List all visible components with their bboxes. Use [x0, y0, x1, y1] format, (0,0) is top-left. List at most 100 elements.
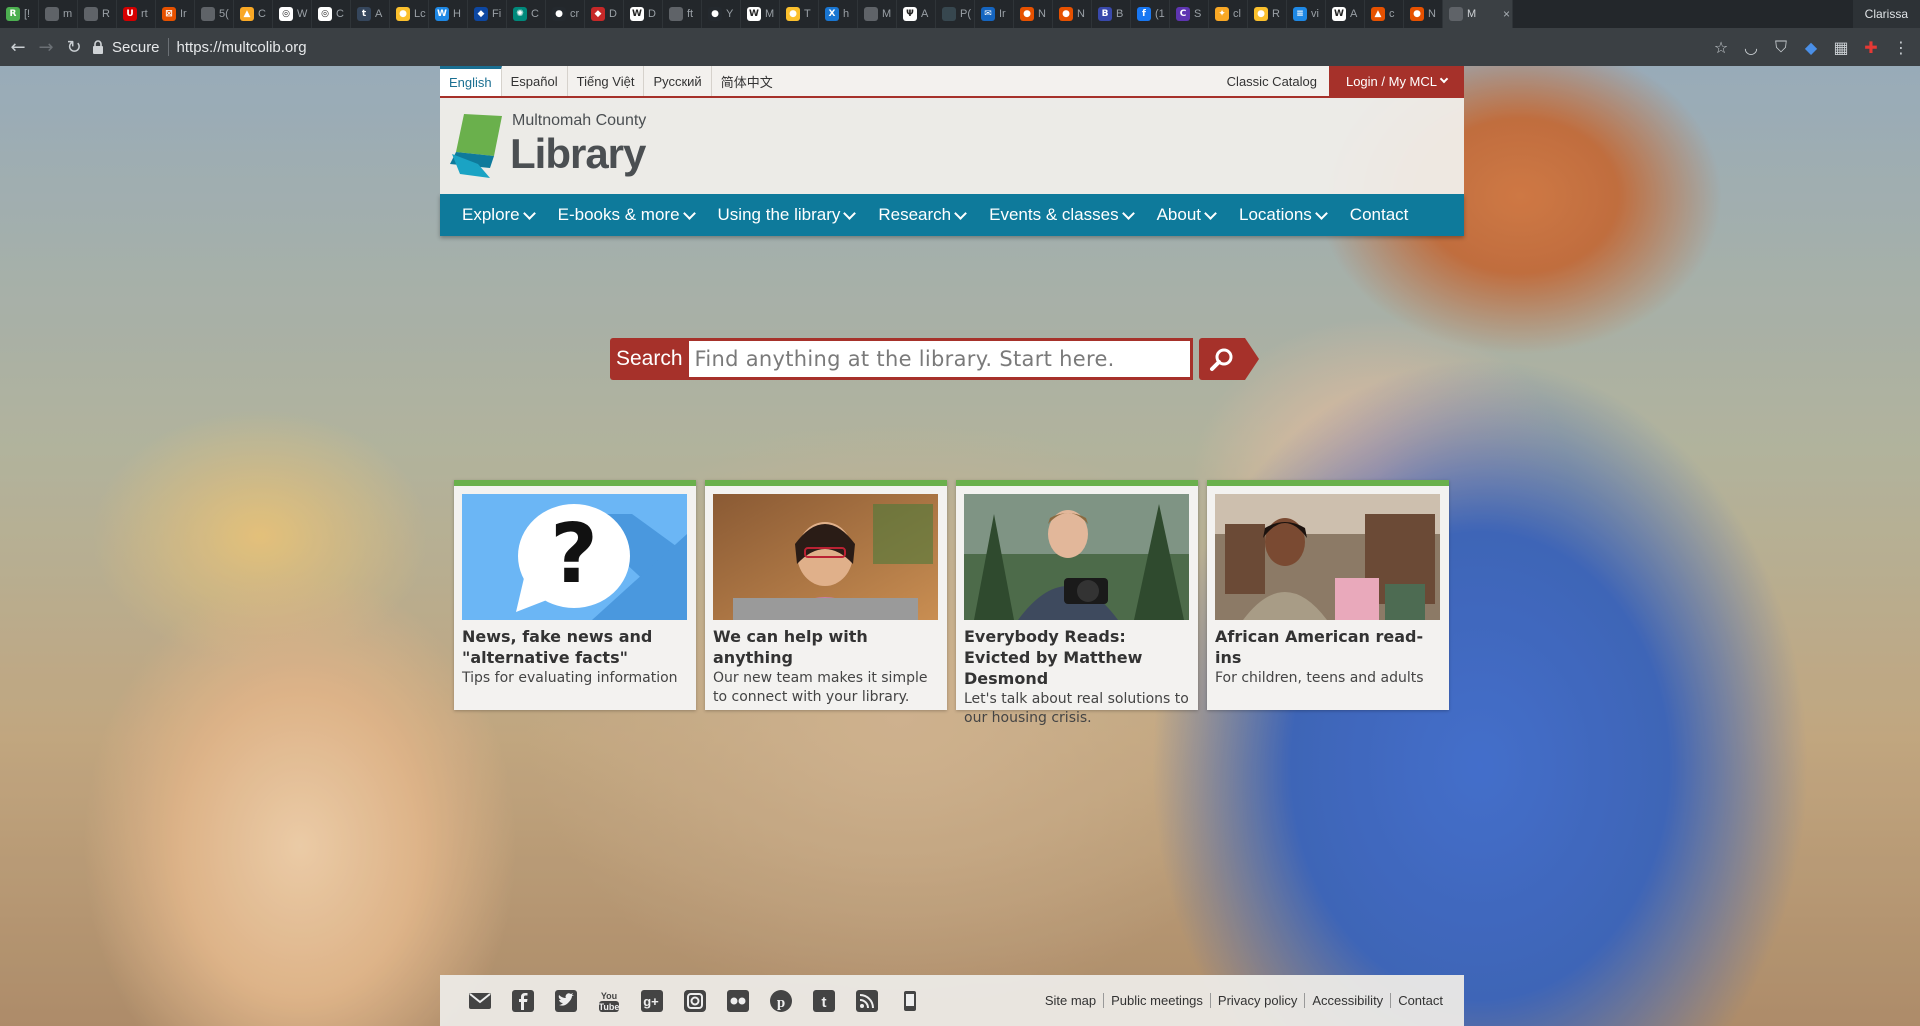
pocket-icon[interactable]: ◡	[1738, 34, 1764, 60]
browser-tab[interactable]: ✦ cl	[1209, 0, 1248, 28]
browser-tab[interactable]: Xh	[819, 0, 858, 28]
tumblr-icon[interactable]: t	[810, 987, 837, 1014]
dropbox-icon[interactable]: ◆	[1798, 34, 1824, 60]
mobile-icon[interactable]	[896, 987, 923, 1014]
library-logo[interactable]: Multnomah County Library	[450, 108, 646, 180]
url-text[interactable]: https://multcolib.org	[177, 39, 307, 56]
tab-title: M	[765, 8, 775, 20]
profile-button[interactable]: Clarissa	[1852, 0, 1920, 28]
login-button[interactable]: Login / My MCL	[1329, 66, 1464, 96]
lang-espanol[interactable]: Español	[502, 66, 568, 96]
browser-tab[interactable]: R	[78, 0, 117, 28]
back-icon[interactable]: ←	[4, 33, 32, 61]
card-title[interactable]: Everybody Reads: Evicted by Matthew Desm…	[964, 626, 1190, 689]
browser-tab[interactable]: ⊠ Ir	[156, 0, 195, 28]
browser-tab[interactable]: ◎ W	[273, 0, 312, 28]
browser-tab[interactable]: tA	[351, 0, 390, 28]
bookmark-star-icon[interactable]: ☆	[1708, 34, 1734, 60]
browser-tab[interactable]: ✉ Ir	[975, 0, 1014, 28]
shield-icon[interactable]: ⛉	[1768, 34, 1794, 60]
pinterest-icon[interactable]: p	[767, 987, 794, 1014]
email-icon[interactable]	[466, 987, 493, 1014]
nav-item[interactable]: Events & classes	[989, 205, 1135, 225]
search-label: Search	[610, 338, 689, 380]
tab-title: C	[258, 8, 266, 20]
browser-tab[interactable]: ● R	[1248, 0, 1287, 28]
browser-tab[interactable]: ● cr	[546, 0, 585, 28]
nav-item[interactable]: Contact	[1350, 205, 1409, 225]
card-everybody-reads[interactable]: Everybody Reads: Evicted by Matthew Desm…	[956, 480, 1198, 726]
browser-tab[interactable]: WD	[624, 0, 663, 28]
flickr-icon[interactable]	[724, 987, 751, 1014]
card-image-question: ?	[462, 494, 687, 620]
reload-icon[interactable]: ↻	[60, 33, 88, 61]
google-plus-icon[interactable]: g+	[638, 987, 665, 1014]
browser-tab[interactable]: Urt	[117, 0, 156, 28]
browser-tab[interactable]: WH	[429, 0, 468, 28]
lang-english[interactable]: English	[440, 66, 502, 96]
plus-extension-icon[interactable]: ✚	[1858, 34, 1884, 60]
card-read-ins[interactable]: African American read-ins For children, …	[1207, 480, 1449, 710]
card-fake-news[interactable]: ? News, fake news and "alternative facts…	[454, 480, 696, 710]
lang-russian[interactable]: Русский	[644, 66, 712, 96]
public-meetings-link[interactable]: Public meetings	[1104, 993, 1211, 1008]
browser-tab[interactable]: WM	[741, 0, 780, 28]
card-help[interactable]: We can help with anything Our new team m…	[705, 480, 947, 710]
browser-tab[interactable]: ● T	[780, 0, 819, 28]
nav-item[interactable]: Locations	[1239, 205, 1328, 225]
classic-catalog-link[interactable]: Classic Catalog	[1227, 66, 1317, 96]
browser-tab[interactable]: CS	[1170, 0, 1209, 28]
youtube-icon[interactable]: You Tube	[595, 987, 622, 1014]
privacy-policy-link[interactable]: Privacy policy	[1211, 993, 1306, 1008]
browser-tab[interactable]: ✺ C	[507, 0, 546, 28]
search-button[interactable]	[1198, 338, 1259, 380]
card-title[interactable]: We can help with anything	[713, 626, 939, 668]
forward-icon[interactable]: →	[32, 33, 60, 61]
browser-tab[interactable]: ◎ C	[312, 0, 351, 28]
lang-chinese[interactable]: 简体中文	[712, 66, 782, 96]
facebook-icon[interactable]	[509, 987, 536, 1014]
instagram-icon[interactable]	[681, 987, 708, 1014]
browser-tab[interactable]: M ×	[1443, 0, 1513, 28]
browser-tab[interactable]: ≡ vi	[1287, 0, 1326, 28]
nav-item[interactable]: About	[1157, 205, 1217, 225]
browser-tab[interactable]: ● N	[1404, 0, 1443, 28]
extension-grid-icon[interactable]: ▦	[1828, 34, 1854, 60]
browser-tab[interactable]: ● Lc	[390, 0, 429, 28]
browser-tab[interactable]: ● Y	[702, 0, 741, 28]
browser-tab[interactable]: 5(	[195, 0, 234, 28]
footer-contact-link[interactable]: Contact	[1391, 993, 1450, 1008]
nav-item-label: Using the library	[717, 205, 841, 224]
lang-vietnamese[interactable]: Tiếng Việt	[568, 66, 645, 96]
nav-item[interactable]: Using the library	[717, 205, 857, 225]
nav-item[interactable]: Explore	[462, 205, 536, 225]
tab-close-icon[interactable]: ×	[1503, 7, 1510, 21]
browser-tab[interactable]: P(	[936, 0, 975, 28]
browser-tab[interactable]: M	[858, 0, 897, 28]
twitter-icon[interactable]	[552, 987, 579, 1014]
browser-tab[interactable]: f (1	[1131, 0, 1170, 28]
browser-tab[interactable]: BB	[1092, 0, 1131, 28]
search-input[interactable]: Find anything at the library. Start here…	[688, 338, 1193, 380]
site-map-link[interactable]: Site map	[1038, 993, 1105, 1008]
card-title[interactable]: News, fake news and "alternative facts"	[462, 626, 688, 668]
browser-tab[interactable]: ft	[663, 0, 702, 28]
menu-icon[interactable]: ⋮	[1888, 34, 1914, 60]
browser-tab[interactable]: ▲ c	[1365, 0, 1404, 28]
address-bar[interactable]: Secure https://multcolib.org	[92, 34, 1722, 60]
tab-title: Ir	[999, 8, 1006, 20]
nav-item[interactable]: Research	[878, 205, 967, 225]
browser-tab[interactable]: ◆ Fi	[468, 0, 507, 28]
nav-item[interactable]: E-books & more	[558, 205, 696, 225]
browser-tab[interactable]: ◆ D	[585, 0, 624, 28]
rss-icon[interactable]	[853, 987, 880, 1014]
browser-tab[interactable]: ▲ C	[234, 0, 273, 28]
browser-tab[interactable]: WA	[1326, 0, 1365, 28]
browser-tab[interactable]: R [!	[0, 0, 39, 28]
browser-tab[interactable]: m	[39, 0, 78, 28]
browser-tab[interactable]: ΨA	[897, 0, 936, 28]
card-title[interactable]: African American read-ins	[1215, 626, 1441, 668]
browser-tab[interactable]: ● N	[1053, 0, 1092, 28]
accessibility-link[interactable]: Accessibility	[1305, 993, 1392, 1008]
browser-tab[interactable]: ● N	[1014, 0, 1053, 28]
